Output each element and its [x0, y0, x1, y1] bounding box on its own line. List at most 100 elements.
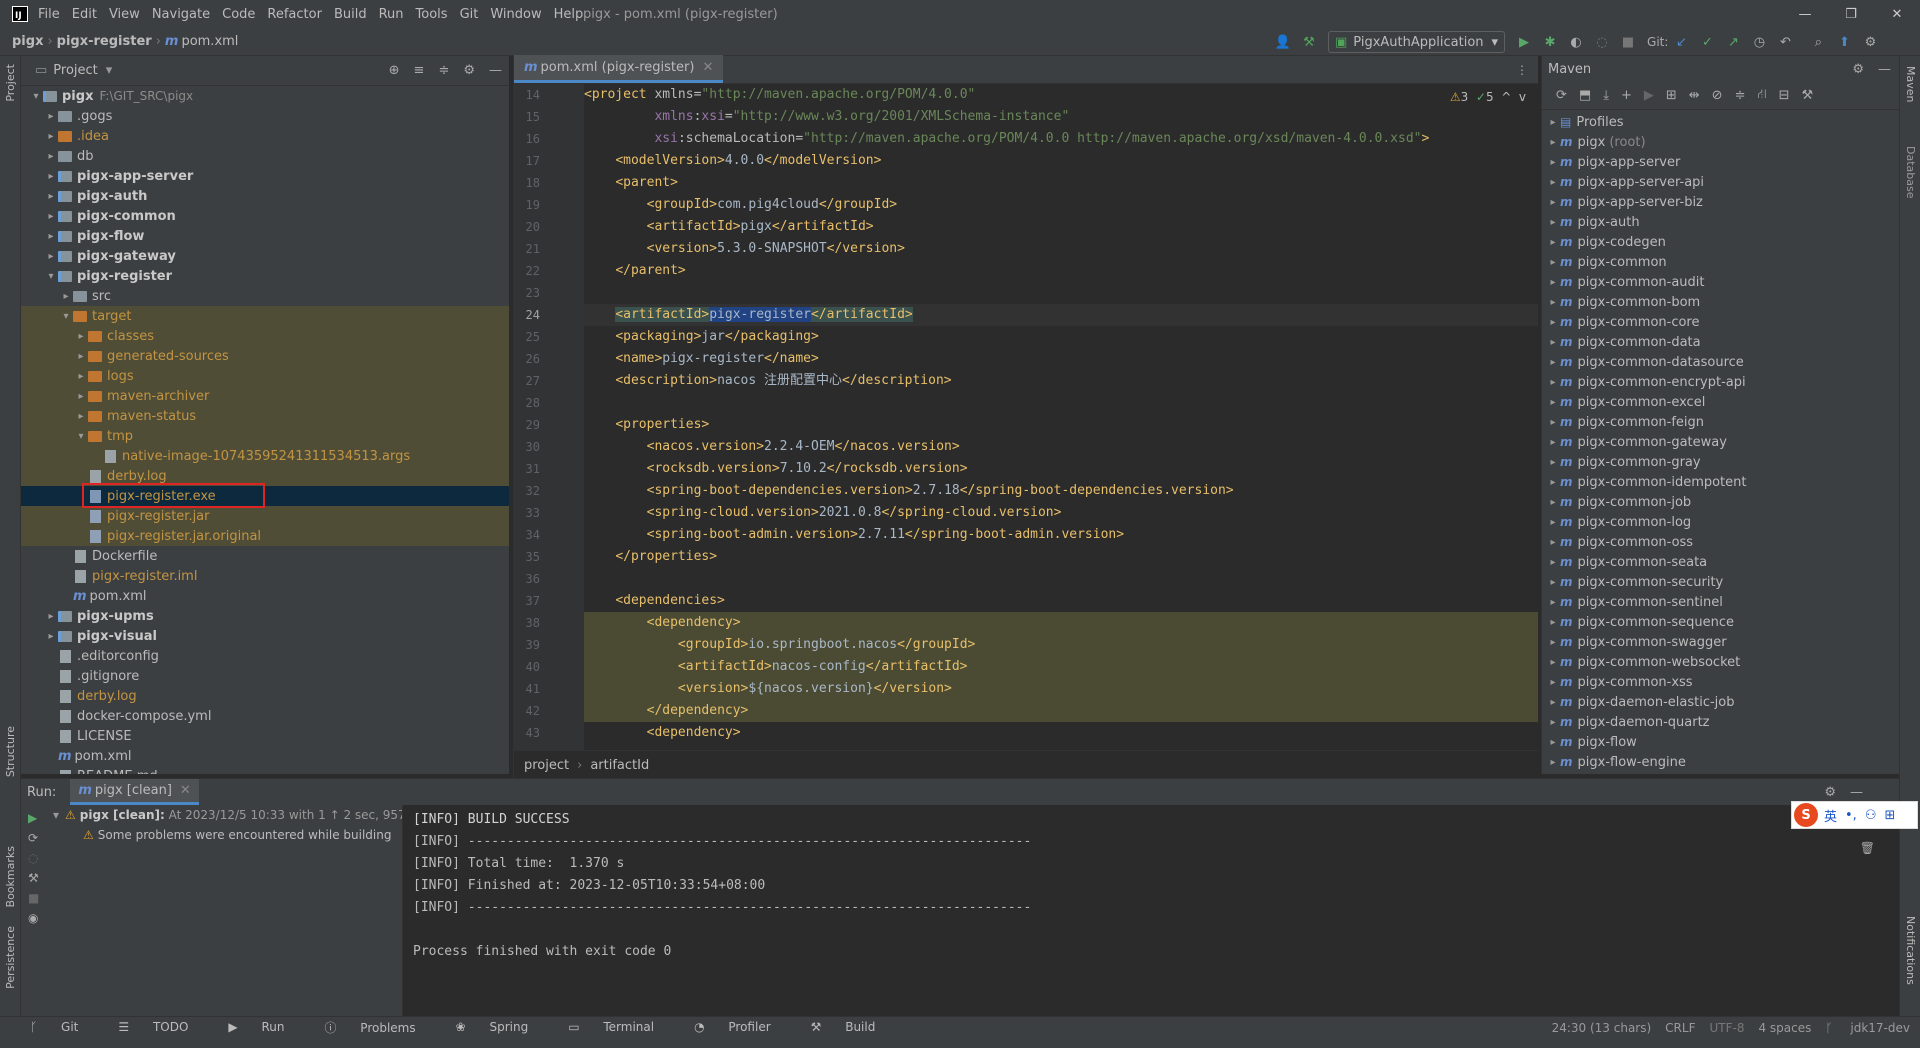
generate-sources-icon[interactable]: ⬒ — [1579, 88, 1591, 103]
toggle-view-icon[interactable]: ⟳ — [28, 831, 40, 845]
chevron-right-icon[interactable]: ▸ — [1546, 237, 1560, 248]
maven-item[interactable]: ▸ m pigx-common-xss — [1542, 672, 1899, 692]
tree-item[interactable]: pigx-register.jar — [21, 506, 509, 526]
tree-item[interactable]: ▸ pigx-upms — [21, 606, 509, 626]
download-icon[interactable]: ⤓ — [1603, 88, 1609, 103]
tree-item[interactable]: ▸ generated-sources — [21, 346, 509, 366]
show-dependencies-icon[interactable]: ⛙ — [1757, 87, 1766, 104]
tab-menu-icon[interactable]: ⋮ — [1516, 63, 1528, 77]
project-panel-title[interactable]: Project — [53, 63, 97, 78]
tool-tab-git[interactable]: ᚴ Git — [30, 1020, 98, 1034]
git-update-icon[interactable]: ↙ — [1671, 32, 1691, 52]
bookmarks-tool-tab[interactable]: Bookmarks — [4, 846, 17, 907]
tool-tab-problems[interactable]: ⓘ Problems — [324, 1019, 435, 1036]
maven-settings-gear-icon[interactable]: ⚙ — [1852, 62, 1864, 77]
tree-item[interactable]: ▸ classes — [21, 326, 509, 346]
coverage-icon[interactable]: ◐ — [1566, 32, 1586, 52]
chevron-right-icon[interactable]: ▸ — [44, 111, 58, 122]
chevron-right-icon[interactable]: ▸ — [44, 191, 58, 202]
maven-tool-tab[interactable]: Maven — [1904, 66, 1917, 102]
tree-item[interactable]: m pom.xml — [21, 746, 509, 766]
chevron-right-icon[interactable]: ▸ — [1546, 197, 1560, 208]
add-icon[interactable]: + — [1621, 88, 1632, 103]
pause-icon[interactable]: ■ — [28, 891, 40, 905]
show-diagram-icon[interactable]: ⊟ — [1779, 88, 1790, 103]
database-tool-tab[interactable]: Database — [1904, 146, 1917, 199]
maven-item[interactable]: ▸ m pigx-app-server-biz — [1542, 192, 1899, 212]
menu-git[interactable]: Git — [460, 7, 479, 22]
menu-tools[interactable]: Tools — [416, 7, 448, 22]
git-push-icon[interactable]: ↗ — [1723, 32, 1743, 52]
chevron-right-icon[interactable]: ▸ — [1546, 297, 1560, 308]
file-encoding[interactable]: UTF-8 — [1709, 1021, 1744, 1035]
chevron-right-icon[interactable]: ▸ — [44, 631, 58, 642]
maven-item[interactable]: ▸ m pigx-common-data — [1542, 332, 1899, 352]
tree-item[interactable]: derby.log — [21, 686, 509, 706]
chevron-right-icon[interactable]: ▸ — [44, 211, 58, 222]
tree-item[interactable]: ▾ pigx-register — [21, 266, 509, 286]
tool-tab-build[interactable]: ⚒ Build — [811, 1020, 896, 1034]
maven-item[interactable]: ▸ m pigx-common-websocket — [1542, 652, 1899, 672]
tree-item[interactable]: native-image-10743595241311534513.args — [21, 446, 509, 466]
tree-item[interactable]: LICENSE — [21, 726, 509, 746]
chevron-right-icon[interactable]: ▸ — [44, 611, 58, 622]
tool-tab-run[interactable]: ▶ Run — [228, 1020, 304, 1034]
tree-item[interactable]: ▸ maven-archiver — [21, 386, 509, 406]
expand-all-icon[interactable]: ≡ — [414, 63, 425, 78]
options-gear-icon[interactable]: ⚙ — [463, 63, 475, 78]
chevron-right-icon[interactable]: ▸ — [1546, 597, 1560, 608]
run-config-select[interactable]: ▣ PigxAuthApplication ▾ — [1328, 31, 1506, 53]
maven-item[interactable]: ▸ m pigx-common-job — [1542, 492, 1899, 512]
run-hide-icon[interactable]: — — [1850, 785, 1863, 800]
maximize-button[interactable]: ❐ — [1828, 0, 1874, 28]
maven-item[interactable]: ▸ m pigx-app-server — [1542, 152, 1899, 172]
tool-tab-profiler[interactable]: ◔ Profiler — [694, 1020, 791, 1034]
user-icon[interactable]: 👤 — [1273, 32, 1293, 52]
chevron-right-icon[interactable]: ▸ — [1546, 317, 1560, 328]
run-settings-gear-icon[interactable]: ⚙ — [1824, 785, 1836, 800]
chevron-down-icon[interactable]: ▾ — [59, 311, 73, 322]
editor-crumb-artifactid[interactable]: artifactId — [590, 758, 649, 773]
code-area[interactable]: <project xmlns="http://maven.apache.org/… — [584, 84, 1538, 750]
maven-item[interactable]: ▸ m pigx-common-oss — [1542, 532, 1899, 552]
rollback-icon[interactable]: ↶ — [1775, 32, 1795, 52]
chevron-right-icon[interactable]: ▸ — [1546, 557, 1560, 568]
cursor-position[interactable]: 24:30 (13 chars) — [1552, 1021, 1652, 1035]
chevron-right-icon[interactable]: ▸ — [74, 391, 88, 402]
maven-item[interactable]: ▸ m pigx-codegen — [1542, 232, 1899, 252]
maven-item[interactable]: ▸ m pigx (root) — [1542, 132, 1899, 152]
toggle-offline-icon[interactable]: ⇹ — [1689, 88, 1700, 103]
chevron-right-icon[interactable]: ▸ — [44, 151, 58, 162]
chevron-right-icon[interactable]: ▸ — [1546, 677, 1560, 688]
chevron-right-icon[interactable]: ▸ — [74, 351, 88, 362]
stop-run-icon[interactable]: ◌ — [28, 851, 40, 865]
chevron-right-icon[interactable]: ▸ — [1546, 757, 1560, 768]
chevron-right-icon[interactable]: ▸ — [44, 251, 58, 262]
chevron-right-icon[interactable]: ▸ — [1546, 497, 1560, 508]
tree-item[interactable]: ▸ pigx-visual — [21, 626, 509, 646]
tool-tab-spring[interactable]: ❀ Spring — [456, 1020, 549, 1034]
tree-item[interactable]: ▸ logs — [21, 366, 509, 386]
breadcrumb-module[interactable]: pigx-register — [57, 34, 152, 49]
chevron-right-icon[interactable]: ▸ — [1546, 657, 1560, 668]
chevron-right-icon[interactable]: ▸ — [74, 411, 88, 422]
git-branch[interactable]: ᚴ jdk17-dev — [1825, 1021, 1910, 1035]
tree-item[interactable]: README.md — [21, 766, 509, 774]
tree-item[interactable]: ▸ db — [21, 146, 509, 166]
menu-view[interactable]: View — [109, 7, 140, 22]
menu-run[interactable]: Run — [379, 7, 404, 22]
console-output[interactable]: [INFO] BUILD SUCCESS [INFO] -------------… — [413, 809, 1031, 963]
maven-item[interactable]: ▸ m pigx-common-encrypt-api — [1542, 372, 1899, 392]
view-dropdown-icon[interactable]: ▾ — [106, 63, 113, 78]
menu-code[interactable]: Code — [222, 7, 255, 22]
rerun-icon[interactable]: ▶ — [28, 811, 40, 825]
menu-file[interactable]: File — [38, 7, 60, 22]
chevron-right-icon[interactable]: ▸ — [1546, 737, 1560, 748]
tree-item[interactable]: ▸ .idea — [21, 126, 509, 146]
chevron-right-icon[interactable]: ▸ — [1546, 457, 1560, 468]
tree-item[interactable]: ▾ target — [21, 306, 509, 326]
profile-icon[interactable]: ◌ — [1592, 32, 1612, 52]
chevron-right-icon[interactable]: ▸ — [1546, 437, 1560, 448]
tree-item[interactable]: ▸ pigx-gateway — [21, 246, 509, 266]
maven-item[interactable]: ▸ m pigx-common-sentinel — [1542, 592, 1899, 612]
